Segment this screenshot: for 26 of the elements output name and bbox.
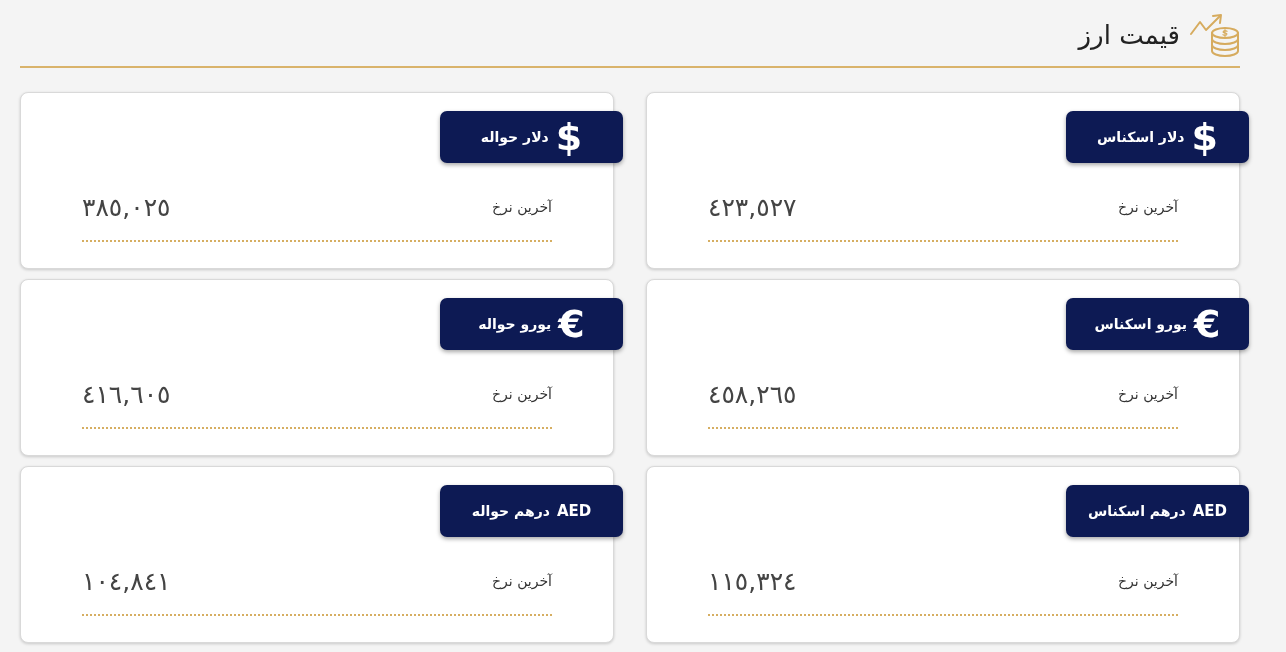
rate-label: آخرین نرخ — [492, 197, 552, 218]
rate-label: آخرین نرخ — [1118, 197, 1178, 218]
rate-value: ٤١٦,٦٠٥ — [82, 381, 171, 407]
rate-label: آخرین نرخ — [492, 571, 552, 592]
rate-value: ٣٨٥,٠٢٥ — [82, 194, 171, 220]
currency-symbol: € — [1194, 305, 1221, 343]
rate-value: ٤٥٨,٢٦٥ — [708, 381, 797, 407]
currency-symbol: AED — [1192, 503, 1228, 519]
rate-label: آخرین نرخ — [492, 384, 552, 405]
rate-value: ١٠٤,٨٤١ — [82, 568, 171, 594]
rate-value: ٤٢٣,٥٢٧ — [708, 194, 797, 220]
currency-symbol: € — [558, 305, 585, 343]
rate-value: ١١٥,٣٢٤ — [708, 568, 797, 594]
currency-name: یورو حواله — [478, 317, 552, 331]
currency-name: یورو اسکناس — [1094, 317, 1188, 331]
currency-symbol: $ — [1191, 118, 1218, 156]
currency-name: دلار اسکناس — [1097, 130, 1185, 144]
currency-symbol: $ — [555, 118, 583, 156]
currency-name: درهم حواله — [471, 504, 550, 518]
page-title: قیمت ارز — [1078, 22, 1180, 48]
currency-name: دلار حواله — [480, 130, 549, 144]
currency-name: درهم اسکناس — [1087, 504, 1186, 518]
rate-label: آخرین نرخ — [1118, 571, 1178, 592]
currency-symbol: AED — [556, 503, 592, 519]
coins-trend-icon — [1190, 13, 1240, 57]
rate-label: آخرین نرخ — [1118, 384, 1178, 405]
